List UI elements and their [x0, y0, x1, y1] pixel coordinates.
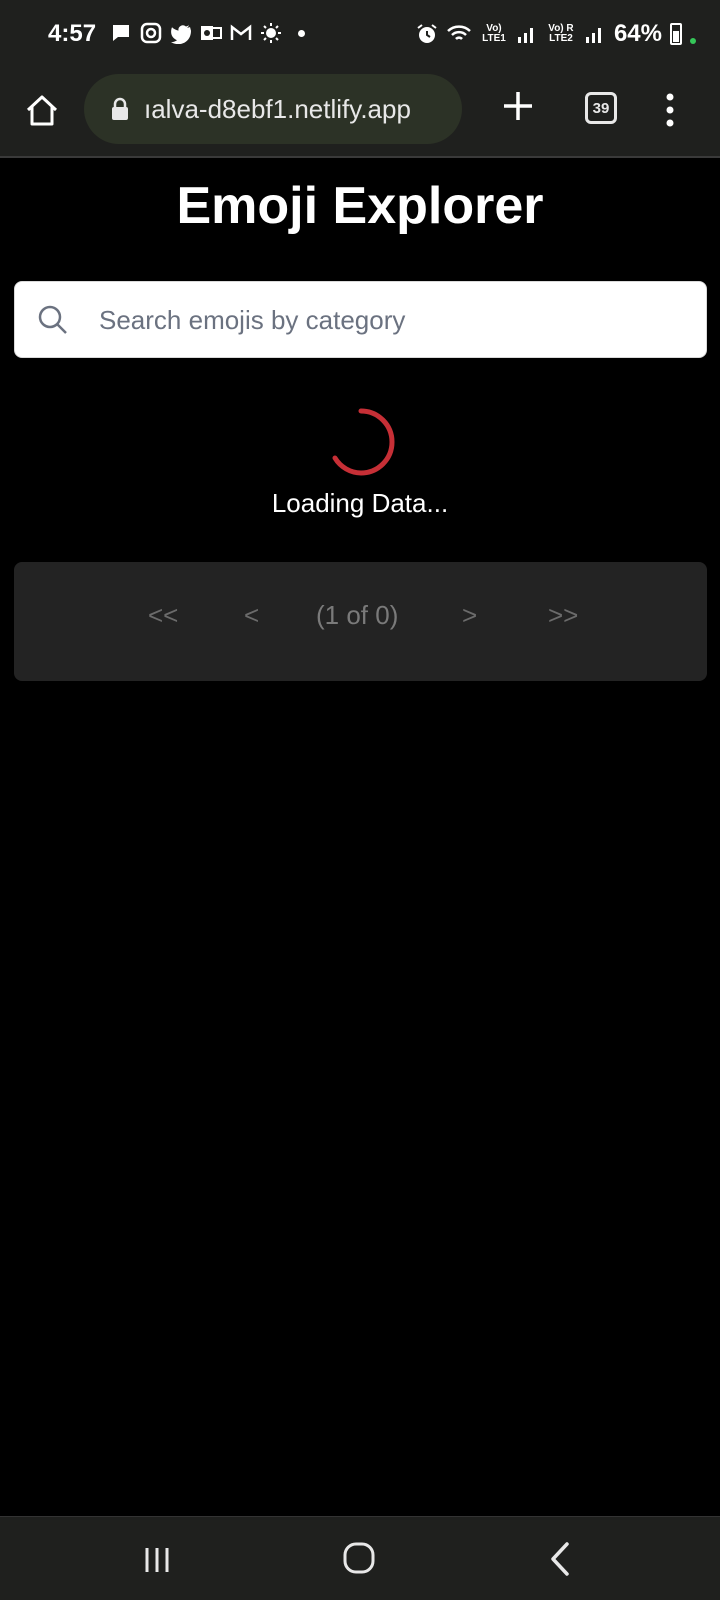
home-icon[interactable] — [22, 90, 62, 130]
wifi-icon — [447, 25, 471, 40]
first-page-button[interactable]: << — [148, 600, 178, 631]
last-page-button[interactable]: >> — [548, 600, 578, 631]
message-icon — [113, 25, 129, 41]
back-icon[interactable] — [548, 1541, 572, 1577]
status-time: 4:57 — [48, 20, 97, 47]
battery-percent: 64% — [613, 20, 662, 47]
privacy-indicator-dot — [690, 38, 696, 44]
more-menu-icon[interactable] — [660, 90, 680, 130]
more-notifications-dot — [298, 29, 305, 37]
recents-icon[interactable] — [142, 1545, 172, 1575]
signal-icon — [517, 28, 533, 43]
sim2-label: Vo) R LTE2 — [548, 23, 574, 44]
page-title: Emoji Explorer — [176, 177, 544, 235]
signal-icon — [585, 28, 601, 43]
paginator: << < (1 of 0) > >> — [14, 562, 707, 681]
tab-switcher-button[interactable]: 39 — [585, 92, 617, 124]
loading-text: Loading Data... — [271, 488, 449, 518]
search-box — [14, 281, 707, 358]
alarm-icon — [417, 24, 437, 43]
system-nav-bar — [0, 1516, 720, 1600]
lock-icon — [112, 97, 128, 120]
search-input[interactable] — [99, 296, 679, 344]
sim1-label: Vo) LTE1 — [482, 23, 506, 44]
nav-home-icon[interactable] — [342, 1541, 376, 1575]
battery-icon — [670, 23, 682, 45]
instagram-icon — [140, 22, 162, 44]
loading-spinner-icon — [332, 408, 395, 476]
page-report: (1 of 0) — [316, 600, 399, 630]
search-icon — [38, 305, 67, 334]
gmail-icon — [230, 24, 252, 40]
next-page-button[interactable]: > — [462, 600, 477, 631]
brightness-icon — [261, 23, 281, 43]
address-bar[interactable]: ıalva-d8ebf1.netlify.app — [84, 74, 462, 144]
url-text: ıalva-d8ebf1.netlify.app — [144, 93, 411, 124]
outlook-icon — [201, 26, 222, 40]
twitter-icon — [171, 25, 191, 44]
browser-toolbar: ıalva-d8ebf1.netlify.app 39 — [0, 72, 720, 158]
new-tab-icon[interactable] — [500, 88, 536, 124]
notification-icons — [110, 22, 305, 44]
status-right: Vo) LTE1 Vo) R LTE2 64% — [416, 20, 696, 48]
prev-page-button[interactable]: < — [244, 600, 259, 631]
status-bar: 4:57 Vo) LTE1 Vo) R LTE2 64% — [0, 0, 720, 72]
